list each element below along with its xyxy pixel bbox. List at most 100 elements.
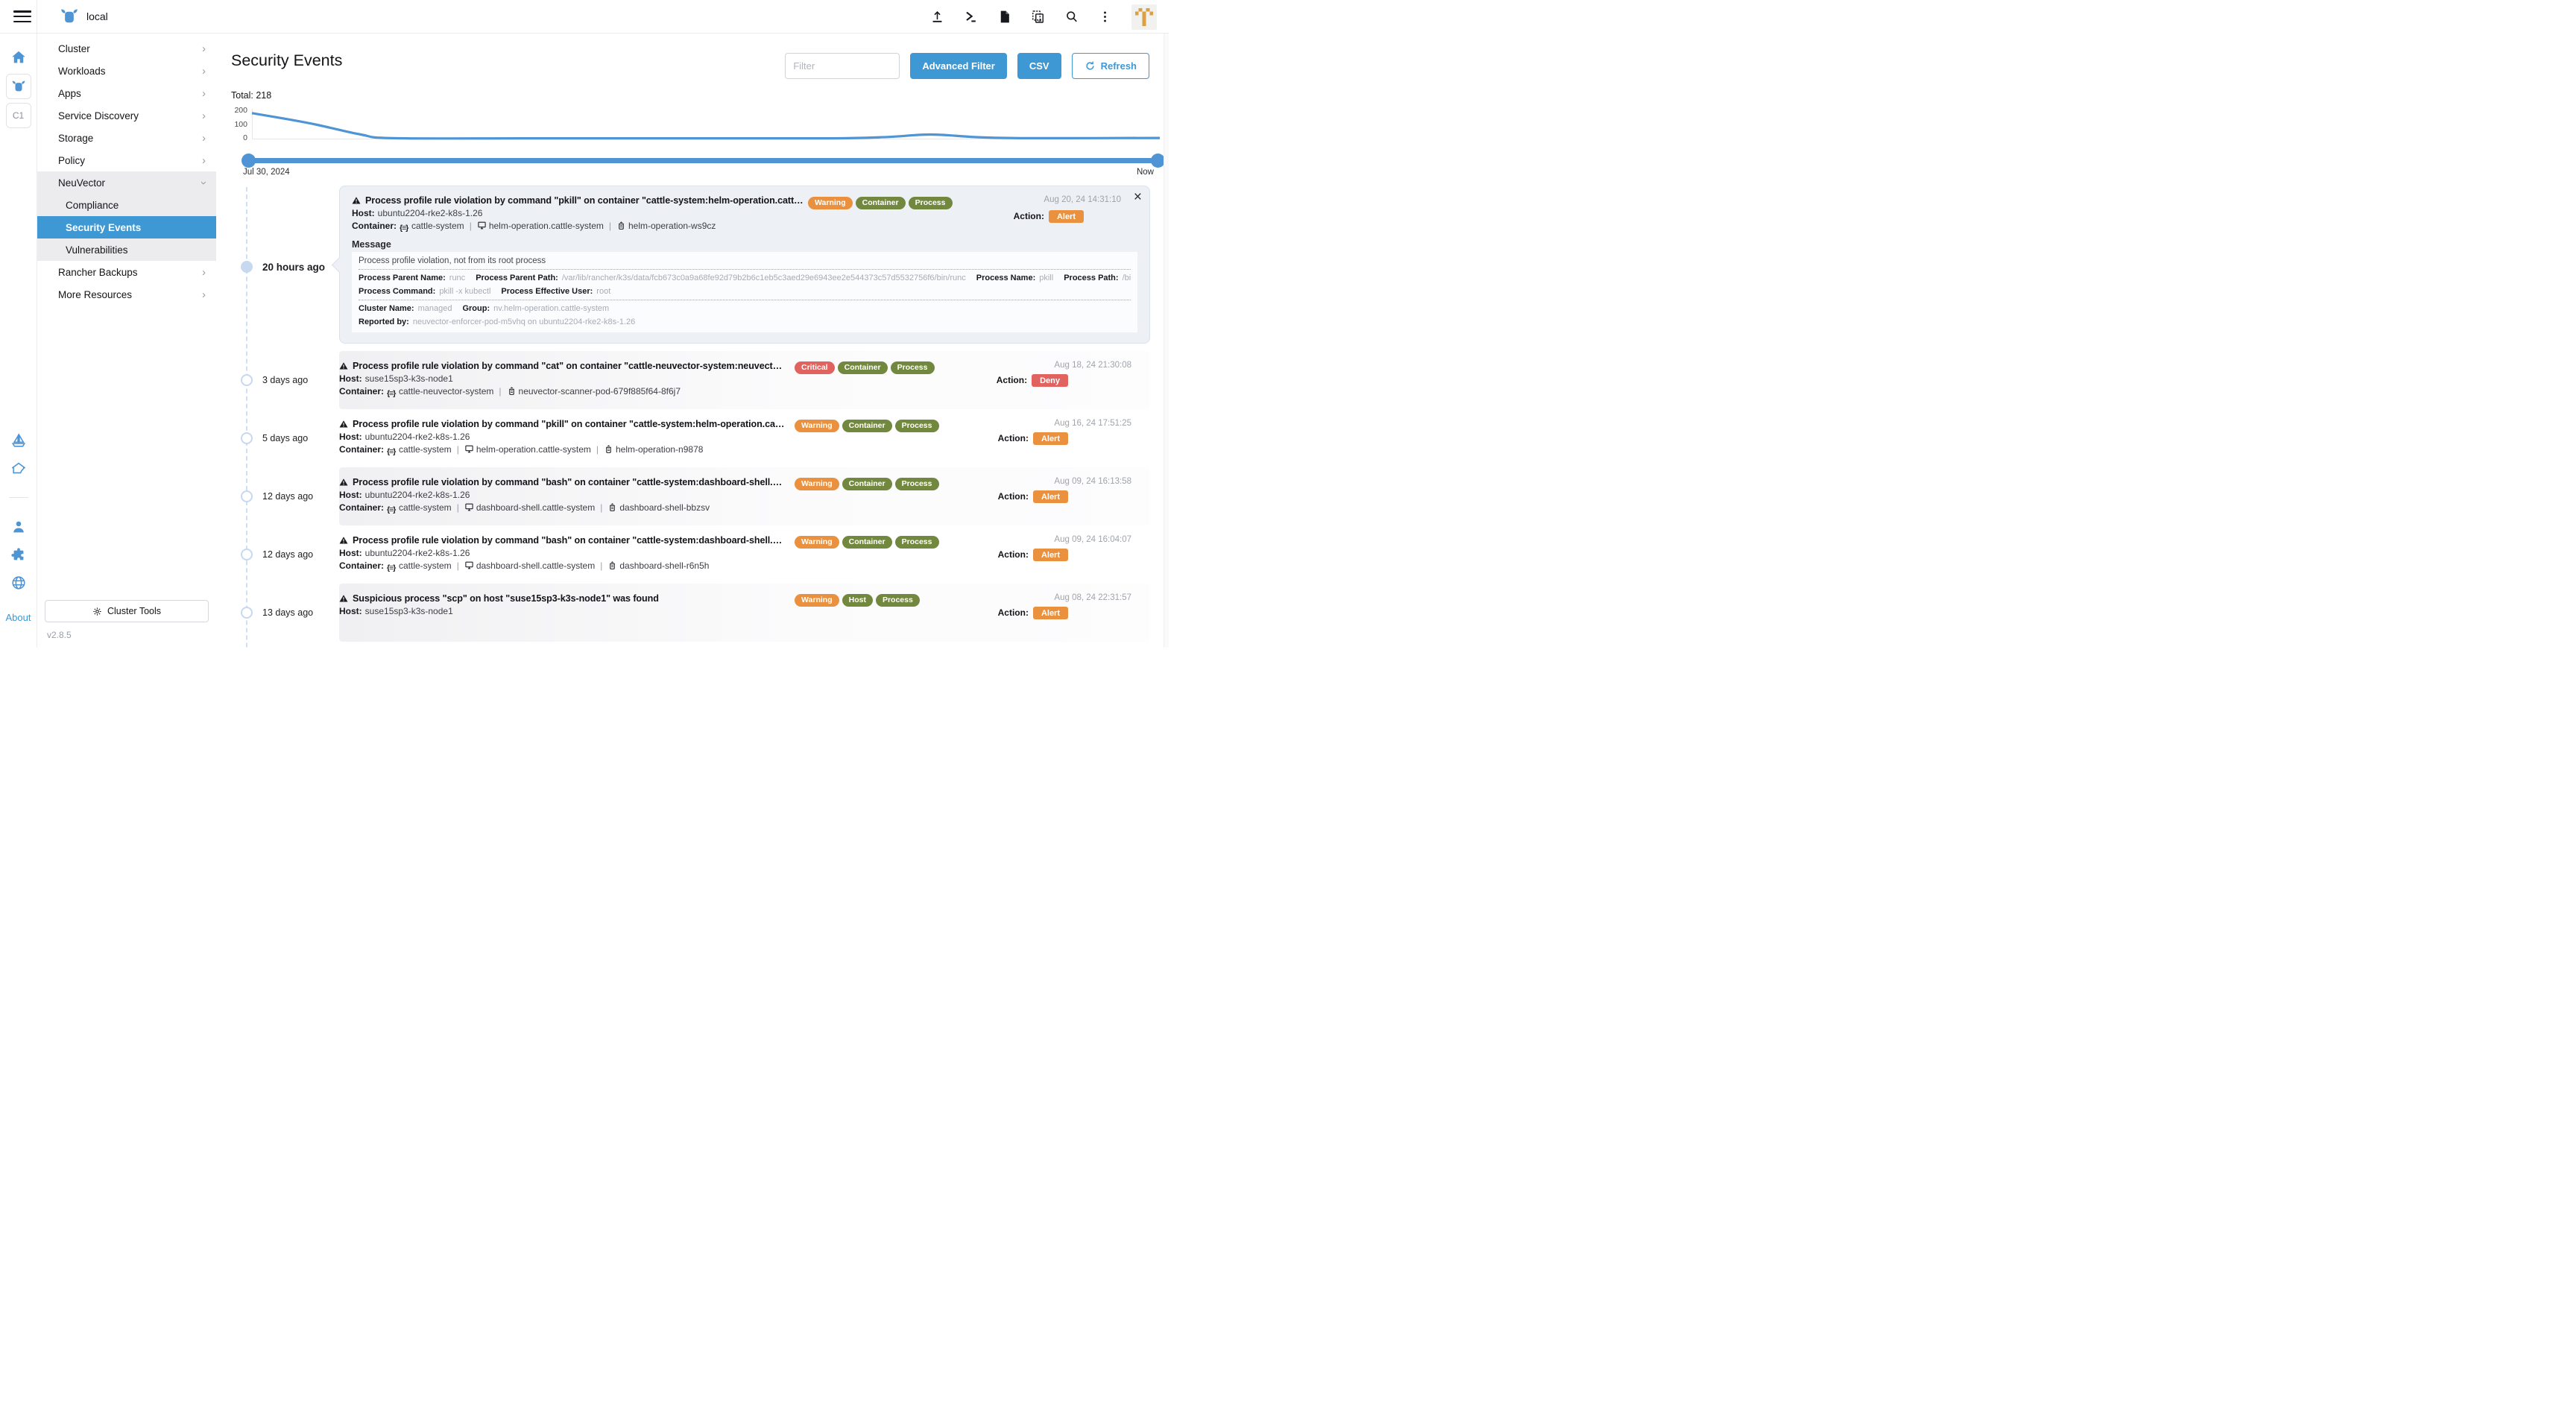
sidebar-item-label: Service Discovery [58, 110, 139, 121]
sidebar-item-storage[interactable]: Storage› [37, 127, 216, 149]
home-icon[interactable] [0, 49, 37, 66]
security-event-row[interactable]: 3 days agoProcess profile rule violation… [216, 351, 1169, 409]
sidebar-item-policy[interactable]: Policy › [37, 149, 216, 171]
sidebar-item-label: Policy [58, 155, 85, 166]
sidebar-item-apps[interactable]: Apps› [37, 82, 216, 104]
sidebar-item-service-discovery[interactable]: Service Discovery› [37, 104, 216, 127]
upload-icon[interactable] [930, 10, 944, 24]
page-title: Security Events [231, 51, 342, 70]
warning-icon [339, 478, 348, 487]
chevron-right-icon: › [202, 155, 206, 166]
event-badges: WarningHostProcess [795, 584, 938, 642]
namespace-icon: {≡} [400, 222, 409, 232]
kebab-menu-icon[interactable] [1098, 10, 1112, 24]
sidebar-item-label: More Resources [58, 289, 132, 300]
warning-icon [339, 420, 348, 429]
sidebar-item-more-resources[interactable]: More Resources › [37, 283, 216, 306]
tag-badge: Process [891, 361, 935, 374]
event-title-text: Process profile rule violation by comman… [353, 477, 787, 487]
sidebar-item-rancher-backups[interactable]: Rancher Backups› [37, 261, 216, 283]
security-event-row[interactable]: 5 days agoProcess profile rule violation… [216, 409, 1169, 467]
workload-icon [464, 502, 474, 512]
event-time-col: 12 days ago [216, 467, 339, 525]
event-title-text: Suspicious process "scp" on host "suse15… [353, 593, 659, 604]
harvester-icon[interactable] [0, 460, 37, 476]
cluster-tools-button[interactable]: Cluster Tools [45, 600, 209, 622]
event-row-main: Suspicious process "scp" on host "suse15… [339, 584, 1150, 642]
user-icon[interactable] [0, 519, 37, 535]
sidebar-item-cluster[interactable]: Cluster› [37, 37, 216, 60]
event-relative-time: 13 days ago [262, 607, 313, 618]
user-avatar[interactable] [1131, 4, 1157, 30]
sidebar-item-workloads[interactable]: Workloads› [37, 60, 216, 82]
sidebar-item-neuvector[interactable]: NeuVector› [37, 171, 216, 194]
sidebar-item-security-events[interactable]: Security Events [37, 216, 216, 238]
search-icon[interactable] [1064, 10, 1079, 24]
tag-badge: Container [838, 361, 888, 374]
hamburger-menu-icon[interactable] [13, 10, 31, 23]
slider-handle-start[interactable] [242, 154, 256, 168]
extensions-puzzle-icon[interactable] [0, 547, 37, 563]
copy-kubeconfig-icon[interactable] [1031, 10, 1045, 24]
event-action: Action:Deny [938, 374, 1131, 387]
csv-button[interactable]: CSV [1017, 53, 1061, 79]
c1-cluster-badge[interactable]: C1 [0, 103, 37, 128]
event-host: Host:ubuntu2204-rke2-k8s-1.26 [339, 432, 787, 442]
kubectl-shell-icon[interactable] [964, 10, 978, 24]
event-relative-time: 12 days ago [262, 549, 313, 560]
message-fields: Process Parent Name:runcProcess Parent P… [359, 271, 1131, 285]
event-time-col: 12 days ago [216, 525, 339, 584]
sidebar-item-label: Storage [58, 133, 93, 144]
sidebar-item-compliance[interactable]: Compliance [37, 194, 216, 216]
event-right-col: Aug 20, 24 14:31:10Action:Alert [951, 195, 1137, 232]
close-icon[interactable]: × [1134, 190, 1142, 204]
chevron-right-icon: › [202, 289, 206, 300]
sidebar: Cluster›Workloads›Apps›Service Discovery… [37, 34, 216, 648]
file-icon[interactable] [997, 10, 1011, 24]
event-time-col: 3 days ago [216, 351, 339, 409]
event-right-col: Aug 16, 24 17:51:25Action:Alert [938, 409, 1150, 467]
event-row-main: × Process profile rule violation by comma… [339, 183, 1150, 351]
cluster-brand[interactable]: local [60, 7, 108, 26]
gear-icon [92, 607, 102, 616]
tag-badge: Container [842, 478, 892, 490]
security-event-row[interactable]: 20 hours ago×Process profile rule violat… [216, 183, 1169, 351]
sidebar-item-vulnerabilities[interactable]: Vulnerabilities [37, 238, 216, 261]
security-event-row[interactable]: 13 days ago Suspicious process "scp" on h… [216, 584, 1169, 642]
event-container: Container:{≡}cattle-system|helm-operatio… [352, 221, 808, 232]
event-summary: Process profile rule violation by comman… [352, 195, 808, 232]
pipe-separator: | [457, 502, 459, 513]
rancher-bull-icon[interactable] [0, 74, 37, 99]
rancher-bull-icon [60, 7, 79, 26]
slider-handle-end[interactable] [1151, 154, 1165, 168]
about-link[interactable]: About [0, 612, 37, 623]
fleet-sailboat-icon[interactable] [0, 432, 37, 449]
refresh-button[interactable]: Refresh [1072, 53, 1149, 79]
sidebar-item-label: Compliance [66, 200, 119, 211]
icon-rail: C1 About [0, 34, 37, 648]
event-badges: WarningContainerProcess [795, 525, 938, 584]
event-host: Host:ubuntu2204-rke2-k8s-1.26 [352, 208, 808, 218]
warning-icon [352, 196, 361, 205]
event-title: Process profile rule violation by comman… [339, 419, 787, 429]
sidebar-item-label: Security Events [66, 222, 141, 233]
event-container: Container:{≡}cattle-system|helm-operatio… [339, 444, 787, 455]
tag-badge: Process [895, 420, 939, 432]
advanced-filter-button[interactable]: Advanced Filter [910, 53, 1007, 79]
namespace-icon: {≡} [387, 504, 397, 514]
tag-badge: Container [842, 536, 892, 549]
slider-track[interactable] [248, 158, 1158, 163]
security-event-row[interactable]: 12 days ago Process profile rule violatio… [216, 525, 1169, 584]
filter-input[interactable] [785, 53, 900, 79]
action-badge: Alert [1033, 490, 1068, 503]
event-title-text: Process profile rule violation by comman… [353, 535, 787, 546]
pipe-separator: | [600, 502, 602, 513]
vertical-scrollbar[interactable] [1164, 34, 1169, 648]
workload-icon [464, 560, 474, 570]
sidebar-item-label: Rancher Backups [58, 267, 138, 278]
event-timestamp: Aug 09, 24 16:13:58 [938, 477, 1131, 486]
security-event-row[interactable]: 12 days ago Process profile rule violatio… [216, 467, 1169, 525]
globe-icon[interactable] [0, 575, 37, 591]
action-badge: Alert [1033, 432, 1068, 445]
field-value: managed [418, 304, 452, 313]
